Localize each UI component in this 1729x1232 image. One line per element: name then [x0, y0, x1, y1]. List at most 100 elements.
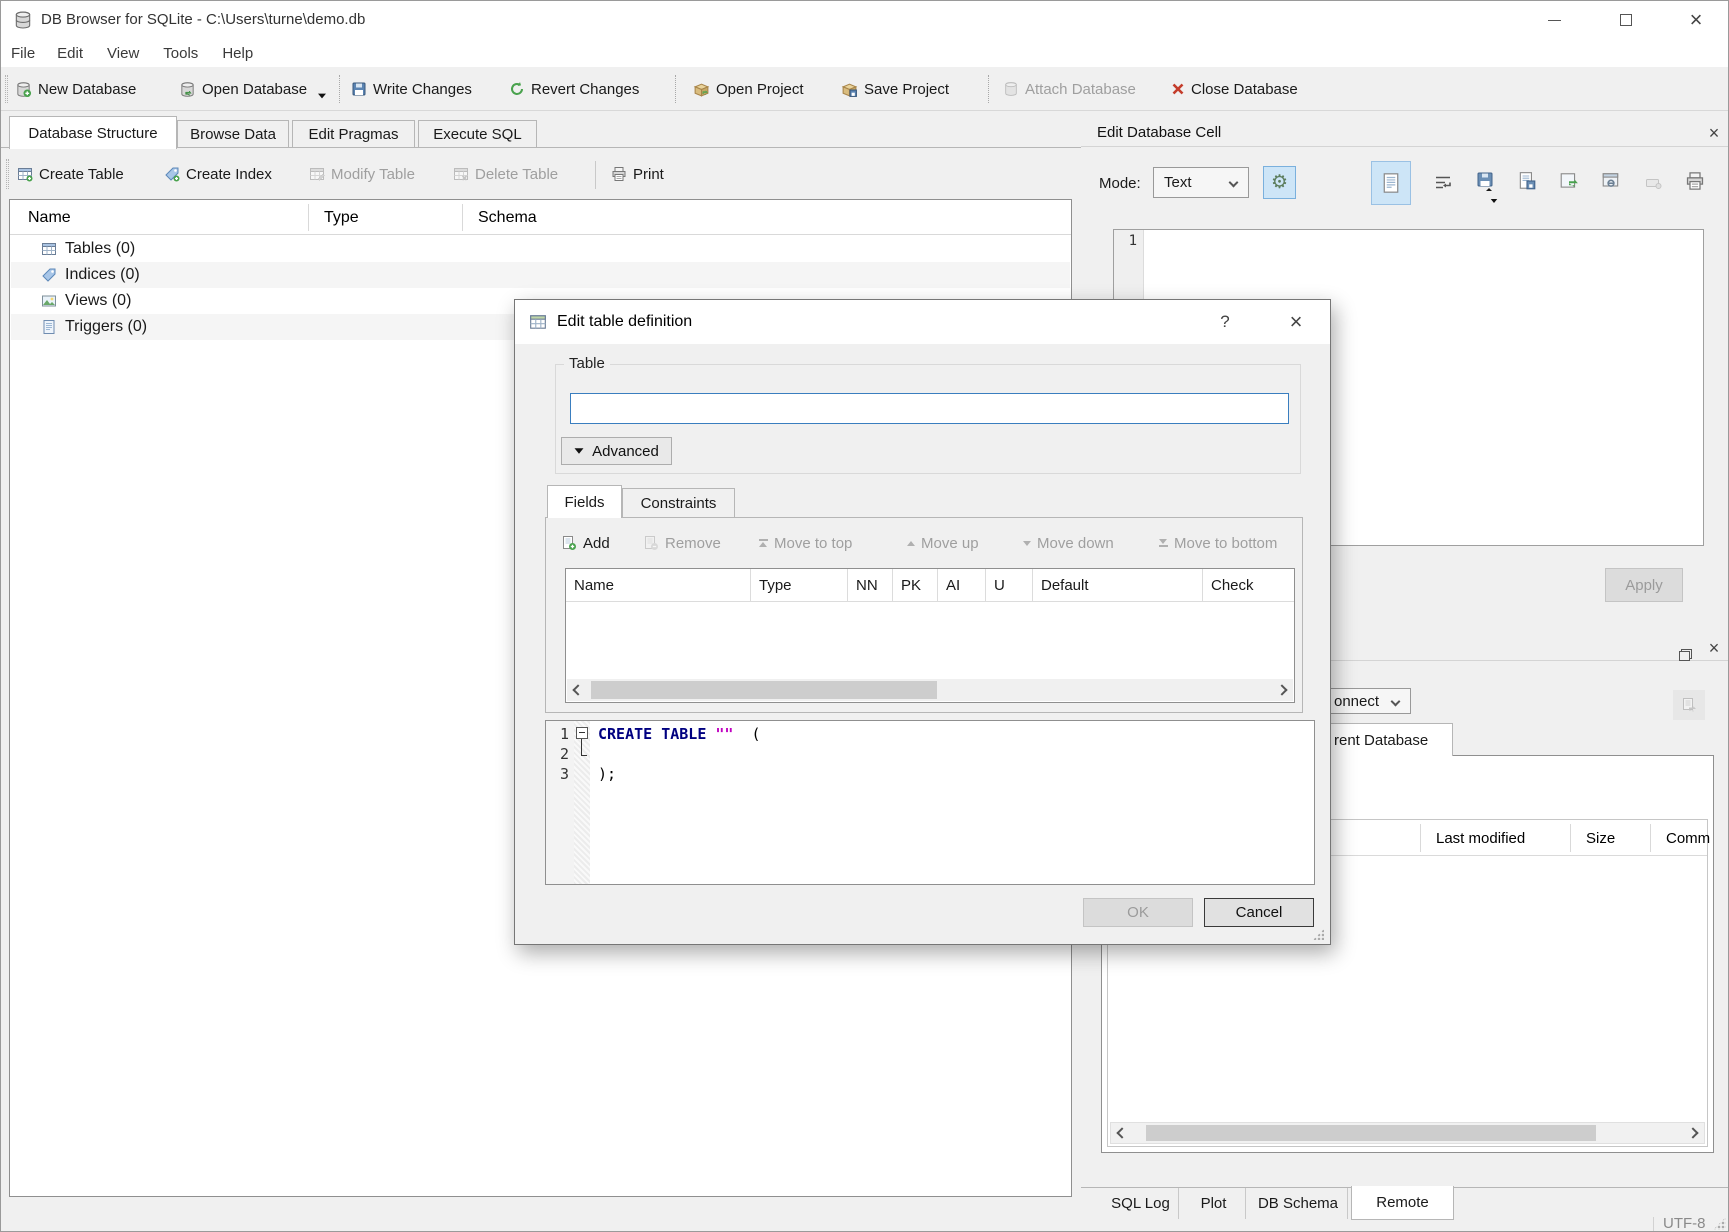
import-dropdown-arrow[interactable] [1491, 199, 1498, 203]
close-panel-icon[interactable]: × [1703, 121, 1725, 145]
tab-database-structure[interactable]: Database Structure [9, 116, 177, 149]
menu-file[interactable]: File [1, 45, 45, 62]
tab-execute-sql[interactable]: Execute SQL [418, 120, 537, 148]
advanced-button[interactable]: Advanced [561, 437, 672, 465]
menu-edit[interactable]: Edit [45, 45, 95, 62]
dialog-help-button[interactable]: ? [1211, 300, 1239, 344]
maximize-button[interactable] [1611, 1, 1641, 39]
grid-column-nn[interactable]: NN [848, 569, 893, 601]
float-panel-icon[interactable] [1679, 649, 1692, 661]
grid-column-check[interactable]: Check [1203, 569, 1294, 601]
scrollbar-thumb[interactable] [1146, 1125, 1596, 1141]
cancel-button[interactable]: Cancel [1204, 898, 1314, 927]
menu-bar: File Edit View Tools Help [1, 39, 1729, 67]
column-divider[interactable] [1650, 824, 1651, 852]
print-button[interactable]: Print [611, 159, 664, 189]
scroll-right-arrow[interactable] [1682, 1123, 1704, 1143]
grid-column-pk[interactable]: PK [893, 569, 938, 601]
create-table-button[interactable]: Create Table [17, 159, 124, 189]
create-index-label: Create Index [186, 166, 272, 183]
dialog-titlebar[interactable]: Edit table definition ? × [515, 300, 1330, 344]
tree-item-tables[interactable]: Tables (0) [11, 236, 1070, 262]
move-down-button[interactable]: Move down [1023, 528, 1114, 558]
dialog-close-button[interactable]: × [1281, 300, 1311, 344]
delete-table-button[interactable]: Delete Table [453, 159, 558, 189]
move-to-top-button[interactable]: Move to top [759, 528, 852, 558]
tab-edit-pragmas[interactable]: Edit Pragmas [292, 120, 415, 148]
move-up-button[interactable]: Move up [907, 528, 979, 558]
open-url-icon[interactable] [1601, 171, 1621, 191]
mode-combobox[interactable]: Text [1153, 167, 1249, 198]
close-panel-icon[interactable]: × [1703, 636, 1725, 660]
menu-help[interactable]: Help [210, 45, 265, 62]
revert-changes-button[interactable]: Revert Changes [509, 74, 639, 104]
column-divider[interactable] [1570, 824, 1571, 852]
tab-fields[interactable]: Fields [547, 485, 622, 518]
dialog-resize-grip[interactable] [1313, 929, 1324, 940]
export-text-icon[interactable] [1517, 171, 1537, 191]
open-project-button[interactable]: Open Project [693, 74, 804, 104]
grid-column-default[interactable]: Default [1033, 569, 1203, 601]
word-wrap-icon[interactable] [1433, 173, 1453, 193]
push-database-icon [1681, 697, 1697, 713]
modify-table-button[interactable]: Modify Table [309, 159, 415, 189]
open-database-button[interactable]: Open Database [179, 74, 307, 104]
tab-browse-data[interactable]: Browse Data [177, 120, 289, 148]
ok-button[interactable]: OK [1083, 898, 1193, 927]
table-name-input[interactable] [570, 393, 1289, 424]
move-to-bottom-button[interactable]: Move to bottom [1159, 528, 1277, 558]
new-database-button[interactable]: New Database [15, 74, 136, 104]
open-in-external-icon[interactable] [1559, 171, 1579, 191]
menu-view[interactable]: View [95, 45, 151, 62]
tree-column-schema[interactable]: Schema [470, 200, 537, 235]
tree-column-type[interactable]: Type [316, 200, 359, 235]
grid-column-type[interactable]: Type [751, 569, 848, 601]
open-database-dropdown-arrow[interactable] [318, 94, 326, 99]
set-null-icon[interactable] [1645, 175, 1663, 191]
column-divider[interactable] [308, 204, 309, 231]
print-cell-icon[interactable] [1685, 171, 1705, 191]
remote-column-commit[interactable]: Comm [1658, 820, 1710, 856]
code-fold-marker[interactable] [576, 727, 588, 739]
close-window-button[interactable]: × [1681, 1, 1711, 39]
tree-item-indices[interactable]: Indices (0) [11, 262, 1070, 288]
combo-chevron-icon [1229, 178, 1239, 188]
scroll-right-arrow[interactable] [1271, 679, 1293, 701]
grid-column-name[interactable]: Name [566, 569, 751, 601]
import-text-icon[interactable] [1475, 171, 1495, 193]
add-field-button[interactable]: Add [561, 528, 610, 558]
move-to-top-icon [759, 539, 768, 547]
scroll-left-arrow[interactable] [1111, 1123, 1133, 1143]
status-bar: UTF-8 [1, 1215, 1729, 1232]
minimize-button[interactable] [1539, 1, 1569, 39]
text-mode-button[interactable] [1371, 161, 1411, 205]
remote-column-size[interactable]: Size [1578, 820, 1615, 856]
push-database-button[interactable] [1673, 690, 1705, 720]
tab-constraints[interactable]: Constraints [622, 488, 735, 518]
create-index-button[interactable]: Create Index [164, 159, 272, 189]
grid-column-u[interactable]: U [986, 569, 1033, 601]
save-project-button[interactable]: Save Project [841, 74, 949, 104]
close-icon: × [1690, 7, 1703, 33]
dock-tab-remote[interactable]: Remote [1351, 1186, 1454, 1220]
remote-column-last-modified[interactable]: Last modified [1428, 820, 1525, 856]
write-changes-button[interactable]: Write Changes [351, 74, 472, 104]
scroll-left-arrow[interactable] [567, 679, 589, 701]
edit-cell-panel-title: Edit Database Cell [1081, 124, 1221, 141]
attach-database-button[interactable]: Attach Database [1003, 74, 1136, 104]
scrollbar-thumb[interactable] [591, 681, 937, 699]
close-database-button[interactable]: Close Database [1171, 74, 1298, 104]
remote-horizontal-scrollbar[interactable] [1110, 1122, 1705, 1144]
column-divider[interactable] [462, 204, 463, 231]
grid-column-ai[interactable]: AI [938, 569, 986, 601]
format-settings-button[interactable]: ⚙ [1263, 166, 1296, 199]
column-divider[interactable] [1420, 824, 1421, 852]
fields-grid-scrollbar[interactable] [567, 679, 1293, 701]
menu-tools[interactable]: Tools [151, 45, 210, 62]
encoding-indicator[interactable]: UTF-8 [1663, 1215, 1706, 1232]
tree-column-name[interactable]: Name [20, 200, 71, 235]
window-resize-grip[interactable] [1713, 1217, 1726, 1230]
remove-field-button[interactable]: Remove [643, 528, 721, 558]
close-icon: × [1290, 309, 1303, 335]
apply-cell-button[interactable]: Apply [1605, 568, 1683, 602]
